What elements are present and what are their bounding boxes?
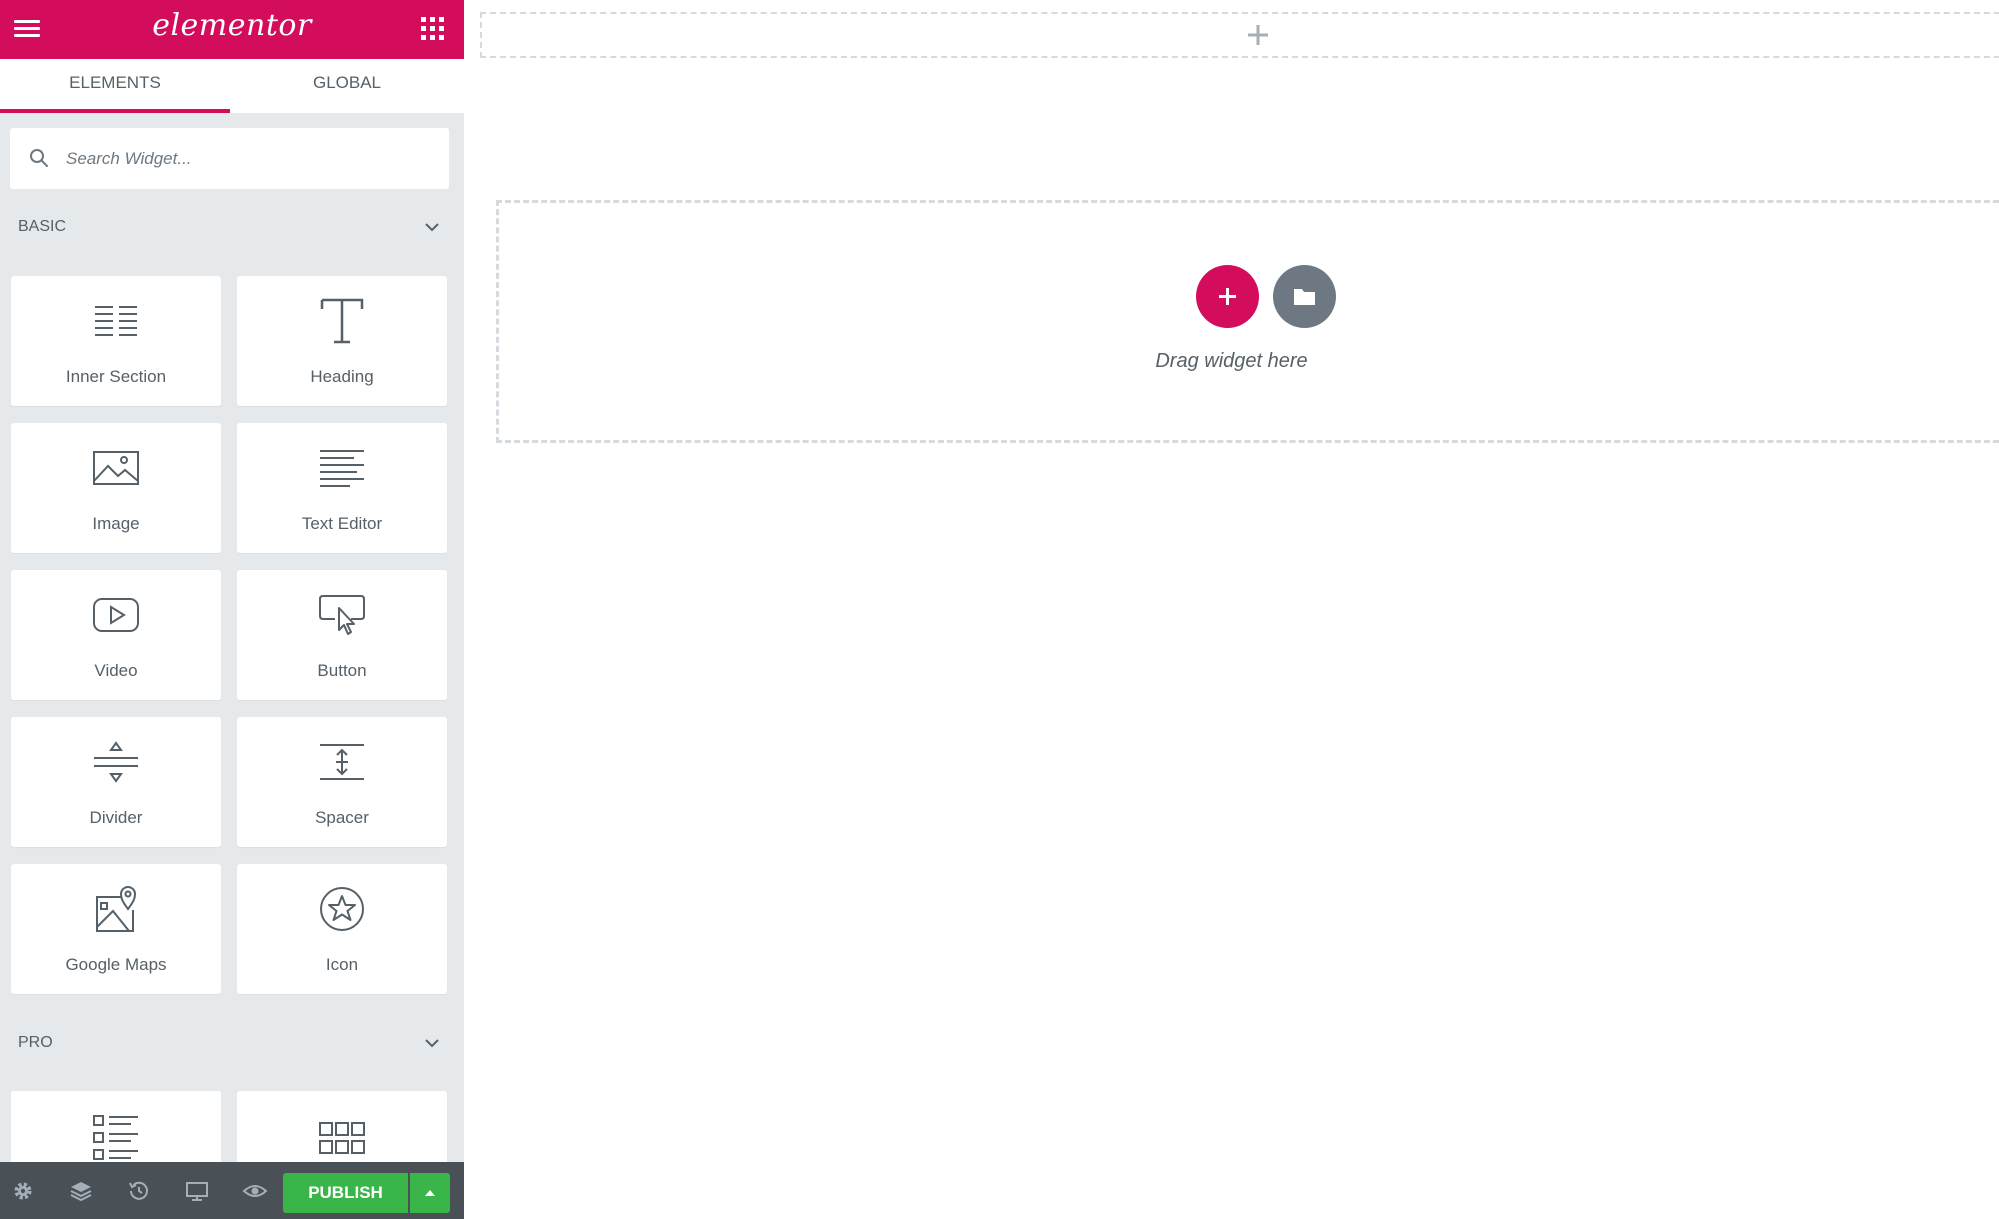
plus-icon xyxy=(1219,288,1236,305)
elementor-logo: elementor xyxy=(152,8,312,43)
tab-global[interactable]: GLOBAL xyxy=(232,59,462,113)
editor-panel: elementor ELEMENTS GLOBAL BASIC Inner Se… xyxy=(0,0,464,1219)
widget-inner-section[interactable]: Inner Section xyxy=(11,276,221,406)
widget-label: Inner Section xyxy=(65,367,167,386)
widget-label: Heading xyxy=(310,367,374,386)
preview-icon[interactable] xyxy=(242,1178,268,1204)
spacer-icon xyxy=(320,744,364,780)
panel-tabs: ELEMENTS GLOBAL xyxy=(0,59,464,113)
search-input[interactable] xyxy=(66,128,436,189)
portfolio-icon xyxy=(319,1122,365,1154)
text-editor-icon xyxy=(320,450,364,487)
grid-apps-icon[interactable] xyxy=(418,14,448,44)
widget-label: Video xyxy=(94,661,138,680)
widget-label: Divider xyxy=(89,808,143,827)
empty-section-drop-zone[interactable] xyxy=(496,200,1999,443)
widget-text-editor[interactable]: Text Editor xyxy=(237,423,447,553)
history-icon[interactable] xyxy=(126,1178,152,1204)
navigator-icon[interactable] xyxy=(68,1178,94,1204)
add-section-button[interactable] xyxy=(1196,265,1259,328)
drag-widget-here-text: Drag widget here xyxy=(1155,350,1308,372)
widget-heading[interactable]: Heading xyxy=(237,276,447,406)
widget-label: Button xyxy=(317,661,367,680)
heading-icon xyxy=(320,298,364,344)
widget-label: Spacer xyxy=(315,808,369,827)
category-title-basic: BASIC xyxy=(18,218,67,235)
widget-label: Icon xyxy=(325,955,359,974)
widget-icon[interactable]: Icon xyxy=(237,864,447,994)
preview-canvas: Drag widget here xyxy=(464,0,1999,1219)
add-section-area[interactable] xyxy=(480,12,1999,58)
inner-section-icon xyxy=(95,306,137,336)
publish-button[interactable]: PUBLISH xyxy=(283,1173,408,1213)
widget-image[interactable]: Image xyxy=(11,423,221,553)
divider-icon xyxy=(94,741,138,783)
responsive-icon[interactable] xyxy=(184,1178,210,1204)
publish-options-button[interactable] xyxy=(410,1173,450,1213)
tab-elements[interactable]: ELEMENTS xyxy=(0,59,230,113)
widget-label: Text Editor xyxy=(301,514,383,533)
widget-button[interactable]: Button xyxy=(237,570,447,700)
folder-icon xyxy=(1294,289,1315,305)
widget-divider[interactable]: Divider xyxy=(11,717,221,847)
settings-icon[interactable] xyxy=(10,1178,36,1204)
panel-header: elementor xyxy=(0,0,464,59)
caret-up-icon xyxy=(425,1190,435,1196)
widget-google-maps[interactable]: Google Maps xyxy=(11,864,221,994)
google-maps-icon xyxy=(96,886,137,932)
video-icon xyxy=(93,598,139,632)
category-title-pro: PRO xyxy=(18,1034,53,1051)
chevron-down-icon[interactable] xyxy=(422,1033,442,1053)
image-icon xyxy=(93,451,139,485)
chevron-down-icon[interactable] xyxy=(422,217,442,237)
search-box xyxy=(10,128,449,189)
posts-icon xyxy=(93,1115,138,1160)
search-icon xyxy=(30,149,48,167)
widget-video[interactable]: Video xyxy=(11,570,221,700)
button-icon xyxy=(319,595,365,635)
widget-label: Image xyxy=(92,514,140,533)
add-template-button[interactable] xyxy=(1273,265,1336,328)
plus-icon xyxy=(1248,25,1268,45)
star-icon xyxy=(320,887,364,931)
widget-label: Google Maps xyxy=(65,955,167,974)
widget-spacer[interactable]: Spacer xyxy=(237,717,447,847)
